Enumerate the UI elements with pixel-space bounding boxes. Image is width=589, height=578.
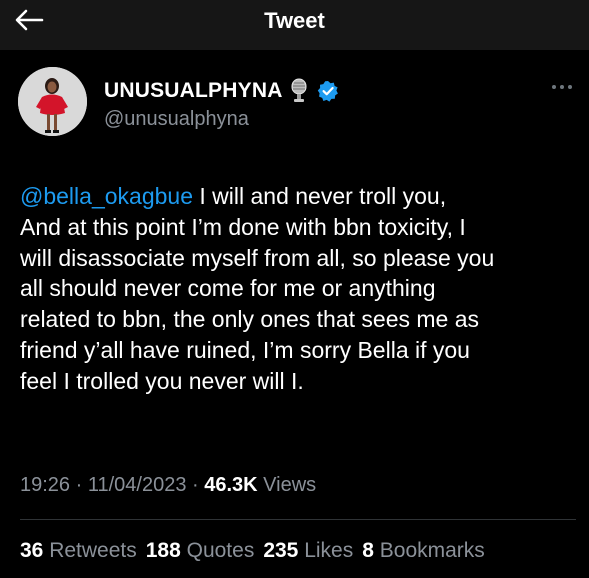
avatar[interactable]: [18, 67, 87, 136]
quotes-label: Quotes: [180, 539, 255, 562]
tweet-detail-screen: Tweet UNUSUALPHYNA @unusualphyna @bella_…: [0, 0, 589, 578]
views-label: Views: [257, 474, 317, 496]
avatar-image: [18, 67, 87, 136]
likes-label: Likes: [298, 539, 354, 562]
meta-separator: ·: [186, 474, 205, 496]
top-bar: Tweet: [0, 0, 589, 50]
mention-link[interactable]: @bella_okagbue: [20, 183, 193, 209]
tweet-text: @bella_okagbue I will and never troll yo…: [20, 181, 580, 397]
retweets-stat[interactable]: 36 Retweets: [20, 539, 137, 562]
likes-count: 235: [263, 539, 299, 562]
more-options-icon[interactable]: [550, 82, 574, 92]
quotes-stat[interactable]: 188 Quotes: [146, 539, 255, 562]
page-title: Tweet: [264, 8, 325, 33]
author-handle[interactable]: @unusualphyna: [104, 108, 249, 131]
views-count: 46.3K: [204, 474, 258, 496]
engagement-stats: 36 Retweets 188 Quotes 235 Likes 8 Bookmark…: [20, 539, 485, 563]
tweet-body-text: I will and never troll you, And at this …: [20, 183, 495, 394]
bookmarks-label: Bookmarks: [373, 539, 485, 562]
tweet-date[interactable]: 11/04/2023: [88, 474, 187, 496]
likes-stat[interactable]: 235 Likes: [263, 539, 353, 562]
author-name-row[interactable]: UNUSUALPHYNA: [104, 77, 339, 105]
tweet-meta: 19:26 · 11/04/2023 · 46.3K Views: [20, 474, 316, 497]
divider: [20, 519, 576, 520]
retweets-count: 36: [20, 539, 44, 562]
tweet-time[interactable]: 19:26: [20, 474, 70, 496]
display-name[interactable]: UNUSUALPHYNA: [104, 79, 283, 103]
bookmarks-stat[interactable]: 8 Bookmarks: [362, 539, 485, 562]
quotes-count: 188: [145, 539, 181, 562]
bookmarks-count: 8: [362, 539, 374, 562]
meta-separator: ·: [70, 474, 88, 496]
microphone-icon: [291, 78, 307, 102]
verified-badge-icon: [317, 81, 338, 102]
retweets-label: Retweets: [43, 539, 137, 562]
